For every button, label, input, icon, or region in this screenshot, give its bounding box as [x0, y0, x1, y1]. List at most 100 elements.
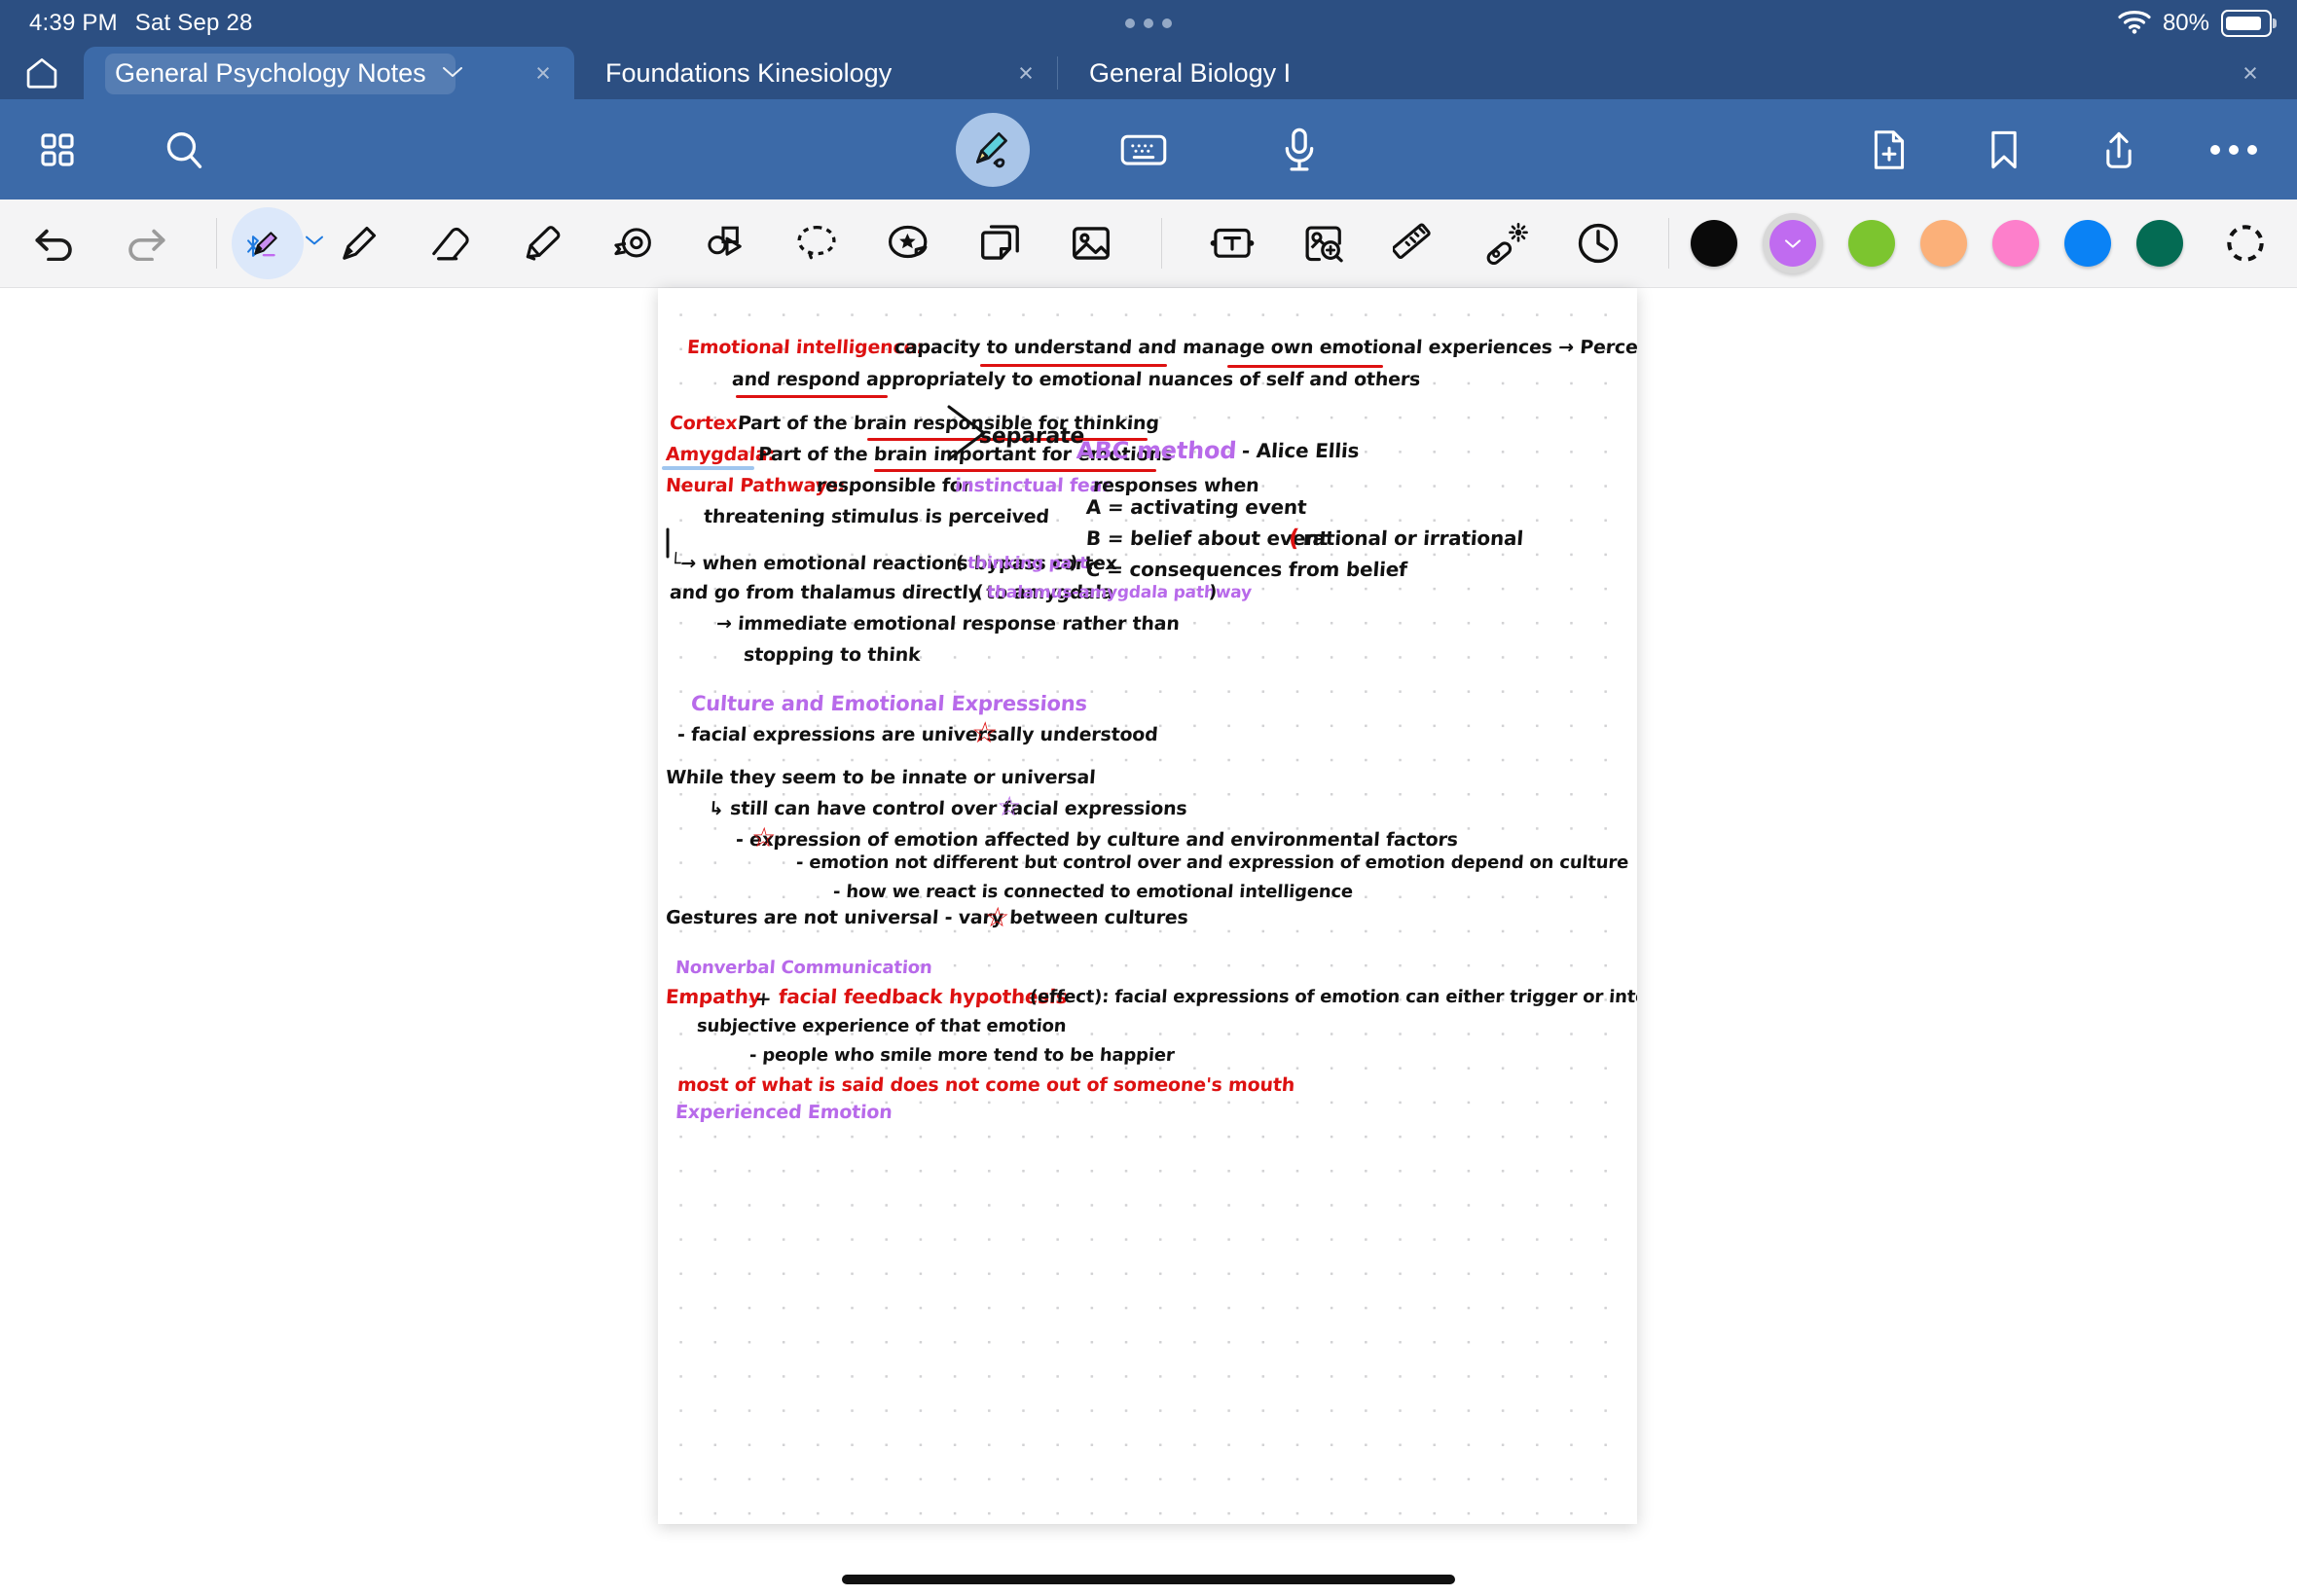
thumbnails-grid-icon[interactable] — [16, 108, 99, 192]
color-swatches — [1691, 210, 2279, 276]
note-text-line: Experienced Emotion — [675, 1102, 893, 1123]
image-tool-icon[interactable] — [1058, 210, 1124, 276]
note-text-line: facial feedback hypothesis — [778, 985, 1069, 1008]
color-purple-selected[interactable] — [1763, 213, 1823, 273]
wifi-icon — [2118, 9, 2151, 39]
main-toolbar-right — [1847, 108, 2276, 192]
tab-bar: General Psychology Notes × Foundations K… — [0, 47, 2297, 99]
bookmark-icon[interactable] — [1962, 108, 2046, 192]
note-text-line: threatening stimulus is perceived — [703, 506, 1050, 527]
tab-close-button[interactable]: × — [995, 47, 1057, 99]
status-bar-left: 4:39 PM Sat Sep 28 — [29, 10, 253, 37]
note-text-line: - people who smile more tend to be happi… — [748, 1045, 1176, 1066]
status-bar-right: 80% — [2118, 9, 2277, 39]
note-text-line: (effect): facial expressions of emotion … — [1029, 987, 1637, 1007]
tape-tool-icon[interactable] — [601, 210, 667, 276]
handwriting-layer: Emotional intelligence: capacity to under… — [658, 288, 1637, 1524]
tab-foundations-kinesiology[interactable]: Foundations Kinesiology × — [574, 47, 1057, 99]
main-toolbar — [0, 99, 2297, 200]
underline-blue — [662, 466, 754, 470]
home-indicator[interactable] — [842, 1575, 1455, 1584]
color-green[interactable] — [1848, 220, 1895, 267]
shapes-tool-icon[interactable] — [692, 210, 758, 276]
lasso-select-icon[interactable] — [784, 210, 850, 276]
note-text-line: Gestures are not universal - vary betwee… — [665, 907, 1189, 928]
note-canvas[interactable]: Emotional intelligence: capacity to under… — [0, 288, 2297, 1596]
zoom-window-icon[interactable] — [1291, 210, 1357, 276]
custom-color-picker-icon[interactable] — [2212, 210, 2279, 276]
tool-divider — [216, 218, 217, 269]
color-teal[interactable] — [2136, 220, 2183, 267]
note-text-line: ( — [955, 553, 965, 573]
note-text-line: ↳ still can have control over facial exp… — [708, 798, 1188, 819]
handle-dot — [1162, 18, 1172, 28]
note-text-line: Empathy — [665, 985, 762, 1008]
redo-icon[interactable] — [113, 210, 179, 276]
pen-tool-icon[interactable] — [232, 207, 323, 279]
tab-general-psychology-notes[interactable]: General Psychology Notes × — [84, 47, 574, 99]
tab-close-button[interactable]: × — [2219, 47, 2281, 99]
highlighter-tool-icon[interactable] — [509, 210, 575, 276]
magic-wand-icon[interactable] — [1474, 210, 1540, 276]
tab-general-biology-i[interactable]: General Biology I × — [1058, 47, 2297, 99]
battery-icon — [2221, 10, 2277, 37]
eraser-tool-icon[interactable] — [418, 210, 484, 276]
color-blue[interactable] — [2064, 220, 2111, 267]
share-icon[interactable] — [2077, 108, 2161, 192]
tab-close-button[interactable]: × — [512, 47, 574, 99]
chevron-down-icon[interactable] — [1784, 234, 1802, 253]
note-text-line: C = consequences from belief — [1085, 558, 1408, 581]
tool-divider — [1161, 218, 1162, 269]
note-text-line: ) — [1208, 582, 1218, 602]
note-text-line: While they seem to be innate or universa… — [665, 767, 1097, 788]
new-page-icon[interactable] — [1847, 108, 1931, 192]
ipad-notes-app: 4:39 PM Sat Sep 28 80% General Psycholog… — [0, 0, 2297, 1596]
color-black[interactable] — [1691, 220, 1737, 267]
note-text-line: → immediate emotional response rather th… — [715, 613, 1181, 635]
color-pink[interactable] — [1992, 220, 2039, 267]
tool-divider — [1668, 218, 1669, 269]
more-options-icon[interactable] — [2192, 108, 2276, 192]
color-orange[interactable] — [1920, 220, 1967, 267]
note-text-line: ( — [974, 582, 984, 602]
note-text-line: most of what is said does not come out o… — [676, 1074, 1295, 1096]
note-text-line: capacity to understand and manage own em… — [893, 337, 1637, 358]
chevron-down-icon[interactable] — [442, 62, 463, 85]
sticker-tool-icon[interactable] — [875, 210, 941, 276]
underline-red — [874, 469, 1156, 472]
history-clock-icon[interactable] — [1565, 210, 1631, 276]
status-date: Sat Sep 28 — [134, 10, 253, 36]
note-text-line: ) — [1069, 553, 1078, 573]
tab-label: General Biology I — [1089, 57, 1292, 88]
pencil-tool-icon[interactable] — [326, 210, 392, 276]
handle-dot — [1125, 18, 1135, 28]
sticky-note-icon[interactable] — [966, 210, 1033, 276]
note-text-line: and respond appropriately to emotional n… — [731, 369, 1421, 390]
undo-icon[interactable] — [21, 210, 88, 276]
note-text-line: - emotion not different but control over… — [795, 852, 1629, 873]
note-text-line: - Alice Ellis — [1241, 439, 1361, 462]
window-handle-dots[interactable] — [1125, 18, 1172, 28]
note-text-line: - expression of emotion affected by cult… — [735, 829, 1459, 851]
status-time: 4:39 PM — [29, 10, 118, 36]
note-text-line: ☆ — [969, 716, 999, 750]
note-text-line: ABC method — [1076, 437, 1238, 464]
chevron-down-icon[interactable] — [305, 234, 324, 251]
note-text-line: instinctual fear — [954, 475, 1112, 496]
pen-write-mode-icon[interactable] — [956, 112, 1030, 187]
drawing-tools — [232, 207, 1681, 279]
note-text-line: Cortex: — [669, 413, 746, 434]
status-bar: 4:39 PM Sat Sep 28 80% — [0, 0, 2297, 47]
ruler-tool-icon[interactable] — [1382, 210, 1448, 276]
text-box-icon[interactable] — [1199, 210, 1265, 276]
microphone-icon[interactable] — [1258, 108, 1341, 192]
note-text-line: A = activating event — [1085, 495, 1308, 519]
note-page[interactable]: Emotional intelligence: capacity to under… — [658, 288, 1637, 1524]
note-text-line: Nonverbal Communication — [675, 958, 933, 978]
search-icon[interactable] — [142, 108, 226, 192]
battery-percent-label: 80% — [2162, 10, 2209, 36]
history-tools — [21, 210, 229, 276]
home-icon[interactable] — [0, 47, 84, 99]
keyboard-icon[interactable] — [1102, 108, 1185, 192]
note-text-line: + — [754, 987, 773, 1010]
